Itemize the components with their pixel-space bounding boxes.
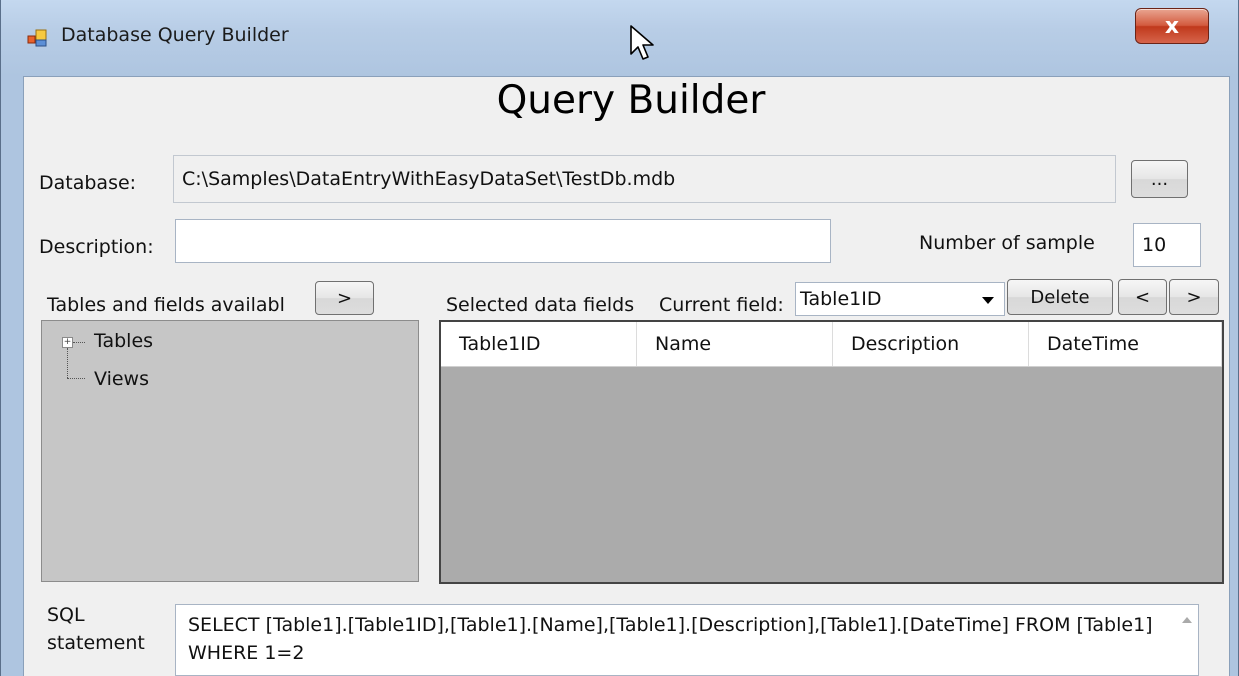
tree-node-views[interactable]: Views: [94, 368, 149, 390]
arrow-left-icon: <: [1134, 286, 1151, 308]
move-left-button[interactable]: <: [1118, 279, 1167, 315]
scroll-up-icon[interactable]: [1182, 617, 1192, 623]
move-right-button[interactable]: >: [1169, 279, 1219, 315]
tree-connector: [73, 342, 85, 343]
tree-node-tables[interactable]: Tables: [94, 330, 153, 352]
grid-header-row: Table1ID Name Description DateTime: [441, 322, 1222, 367]
mouse-cursor-icon: [630, 25, 654, 60]
selected-fields-label: Selected data fields: [446, 294, 635, 316]
title-bar[interactable]: Database Query Builder x: [1, 0, 1238, 76]
grid-column-header[interactable]: DateTime: [1029, 322, 1222, 366]
grid-column-header[interactable]: Description: [833, 322, 1029, 366]
current-field-dropdown[interactable]: Table1ID: [795, 282, 1005, 316]
grid-column-header[interactable]: Name: [637, 322, 833, 366]
database-label: Database:: [39, 172, 137, 194]
sql-statement-text: SELECT [Table1].[Table1ID],[Table1].[Nam…: [188, 614, 1153, 664]
sql-label-line2: statement: [47, 632, 145, 654]
grid-column-header[interactable]: Table1ID: [441, 322, 637, 366]
current-field-value: Table1ID: [800, 288, 882, 310]
tree-connector: [67, 348, 68, 378]
database-path-field[interactable]: C:\Samples\DataEntryWithEasyDataSet\Test…: [173, 155, 1116, 203]
sample-count-label: Number of sample: [919, 232, 1095, 254]
chevron-down-icon: [982, 297, 994, 304]
browse-database-button[interactable]: ...: [1131, 160, 1188, 198]
description-label: Description:: [39, 236, 154, 258]
sql-statement-field[interactable]: SELECT [Table1].[Table1ID],[Table1].[Nam…: [175, 604, 1199, 676]
sample-count-field[interactable]: 10: [1133, 223, 1201, 267]
tables-tree-view[interactable]: + Tables Views: [41, 320, 419, 582]
delete-button-label: Delete: [1030, 286, 1090, 308]
description-field[interactable]: [175, 219, 831, 263]
selected-fields-grid[interactable]: Table1ID Name Description DateTime: [439, 320, 1224, 584]
delete-field-button[interactable]: Delete: [1007, 279, 1113, 315]
expand-icon[interactable]: +: [62, 337, 73, 348]
add-field-button[interactable]: >: [315, 281, 374, 315]
current-field-label: Current field:: [659, 294, 784, 316]
sql-label-line1: SQL: [47, 604, 85, 626]
app-window: Database Query Builder x Query Builder D…: [0, 0, 1239, 676]
window-title: Database Query Builder: [61, 24, 289, 46]
tree-connector: [67, 378, 85, 379]
app-window-icon: [27, 29, 47, 47]
add-arrow-icon: >: [336, 287, 353, 309]
browse-icon: ...: [1150, 168, 1169, 190]
close-icon: x: [1164, 13, 1180, 39]
page-title: Query Builder: [496, 78, 766, 123]
arrow-right-icon: >: [1186, 286, 1202, 308]
tables-fields-label: Tables and fields availabl: [47, 294, 285, 316]
close-button[interactable]: x: [1135, 8, 1209, 44]
